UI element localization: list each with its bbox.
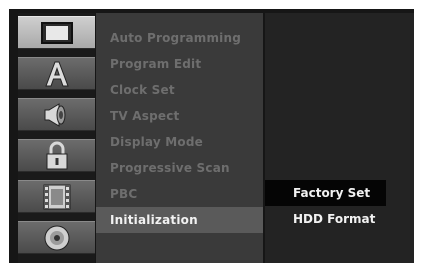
menu-item-program-edit[interactable]: Program Edit [96,51,263,77]
menu-item-initialization[interactable]: Initialization [96,207,263,233]
category-general-button[interactable] [18,16,95,49]
tv-picture-icon [40,21,74,45]
disc-icon [42,223,72,253]
category-recording-button[interactable] [18,180,95,213]
category-lock-button[interactable] [18,139,95,172]
category-audio-button[interactable] [18,98,95,131]
menu-item-clock-set[interactable]: Clock Set [96,77,263,103]
menu-item-pbc[interactable]: PBC [96,181,263,207]
category-icon-column [18,13,95,263]
category-language-button[interactable] [18,57,95,90]
menu-item-tv-aspect[interactable]: TV Aspect [96,103,263,129]
category-disc-button[interactable] [18,221,95,254]
submenu-item-hdd-format[interactable]: HDD Format [265,206,386,232]
menu-item-display-mode[interactable]: Display Mode [96,129,263,155]
submenu-item-factory-set[interactable]: Factory Set [265,180,386,206]
setup-menu-screen: Auto Programming Program Edit Clock Set … [0,0,422,271]
language-a-icon [42,60,72,88]
menu-item-auto-programming[interactable]: Auto Programming [96,25,263,51]
film-strip-icon [40,183,74,211]
speaker-audio-icon [41,101,73,129]
settings-menu-list: Auto Programming Program Edit Clock Set … [96,13,263,263]
padlock-icon [44,141,70,171]
menu-item-progressive-scan[interactable]: Progressive Scan [96,155,263,181]
initialization-submenu: Factory Set HDD Format [265,13,414,263]
